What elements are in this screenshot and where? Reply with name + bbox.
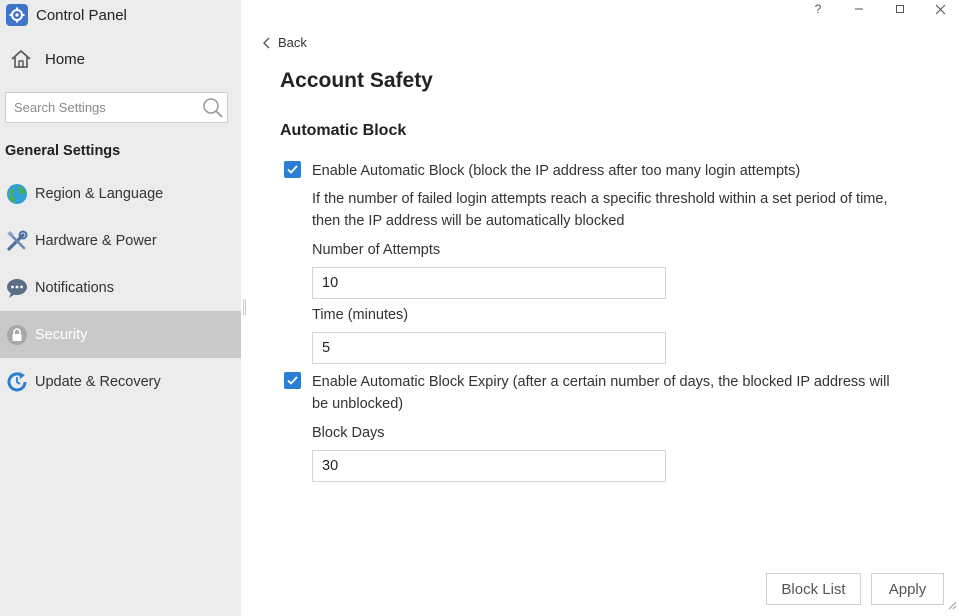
sidebar-item-label: Region & Language [35,185,164,202]
block-list-button[interactable]: Block List [766,573,861,605]
time-minutes-field[interactable] [313,333,665,363]
sidebar-item-label: Security [35,326,88,343]
minimize-button[interactable] [847,0,871,18]
home-icon [10,49,34,69]
attempts-label: Number of Attempts [312,242,441,258]
block-days-label: Block Days [312,425,385,441]
tools-icon [6,230,28,252]
app-title: Control Panel [36,6,127,24]
block-expiry-checkbox[interactable] [284,372,301,389]
attempts-field-wrap [312,267,666,299]
sidebar-item-update-recovery[interactable]: Update & Recovery [0,358,241,405]
auto-block-label: Enable Automatic Block (block the IP add… [312,163,801,179]
search-input[interactable] [6,93,207,122]
maximize-icon [896,5,904,13]
block-days-field-wrap [312,450,666,482]
page-title: Account Safety [280,69,433,92]
block-days-field[interactable] [313,451,665,481]
sidebar-item-security[interactable]: Security [0,311,241,358]
sidebar-item-label: Home [45,50,86,68]
sidebar-item-notifications[interactable]: Notifications [0,264,241,311]
globe-icon [6,183,28,205]
apply-button[interactable]: Apply [871,573,944,605]
sidebar-item-label: Update & Recovery [35,373,161,390]
checkmark-icon [287,165,298,174]
resize-grip-icon[interactable] [947,597,957,615]
block-expiry-label: Enable Automatic Block Expiry (after a c… [312,374,890,412]
attempts-field[interactable] [313,268,665,298]
update-icon [6,371,28,393]
auto-block-option: Enable Automatic Block (block the IP add… [284,160,892,182]
lock-icon [6,324,28,346]
section-title: Automatic Block [280,122,407,139]
maximize-button[interactable] [888,0,912,18]
chat-bubble-icon [6,277,28,299]
sidebar-section-label: General Settings [5,143,121,159]
back-button[interactable]: Back [262,35,307,50]
sidebar: Control Panel Home General Settings Regi… [0,0,241,616]
help-button[interactable]: ? [806,0,830,18]
app-title-bar: Control Panel [6,3,127,27]
auto-block-description: If the number of failed login attempts r… [312,191,888,229]
search-icon[interactable] [202,97,224,124]
auto-block-checkbox[interactable] [284,161,301,178]
checkmark-icon [287,376,298,385]
control-panel-logo-icon [6,4,28,26]
minimize-icon [855,8,863,10]
chevron-left-icon [263,37,270,48]
sidebar-item-label: Notifications [35,279,114,296]
back-label: Back [278,35,307,50]
time-field-wrap [312,332,666,364]
sidebar-item-hardware-power[interactable]: Hardware & Power [0,217,241,264]
close-icon [935,4,945,14]
search-box [5,92,228,123]
close-button[interactable] [928,0,952,18]
sidebar-item-home[interactable]: Home [10,46,85,72]
block-expiry-option: Enable Automatic Block Expiry (after a c… [284,371,892,415]
time-label: Time (minutes) [312,307,409,323]
pane-splitter[interactable] [243,299,246,315]
sidebar-item-label: Hardware & Power [35,232,157,249]
sidebar-item-region-language[interactable]: Region & Language [0,170,241,217]
